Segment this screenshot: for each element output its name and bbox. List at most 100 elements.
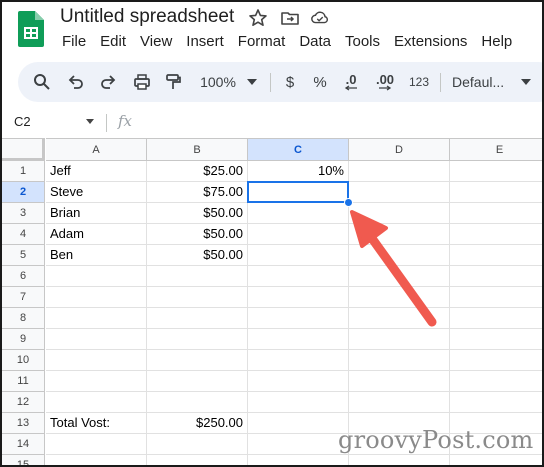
cell-b6[interactable]: [147, 266, 248, 287]
cell-c6[interactable]: [248, 266, 349, 287]
cell-a3[interactable]: Brian: [46, 203, 147, 224]
cell-b8[interactable]: [147, 308, 248, 329]
cell-b15[interactable]: [147, 455, 248, 465]
cell-e11[interactable]: [450, 371, 542, 392]
row-header-12[interactable]: 12: [2, 392, 45, 413]
cell-a6[interactable]: [46, 266, 147, 287]
cell-c2[interactable]: [248, 182, 349, 203]
menu-insert[interactable]: Insert: [186, 33, 224, 50]
format-percent-button[interactable]: %: [310, 62, 330, 102]
cell-c9[interactable]: [248, 329, 349, 350]
search-menus-button[interactable]: [30, 62, 54, 102]
cell-c3[interactable]: [248, 203, 349, 224]
cell-d11[interactable]: [349, 371, 450, 392]
cell-b2[interactable]: $75.00: [147, 182, 248, 203]
row-header-5[interactable]: 5: [2, 245, 45, 266]
menu-data[interactable]: Data: [299, 33, 331, 50]
cell-a14[interactable]: [46, 434, 147, 455]
menu-view[interactable]: View: [140, 33, 172, 50]
column-header-c[interactable]: C: [248, 138, 349, 161]
sheets-logo-icon[interactable]: [18, 11, 44, 47]
cell-b3[interactable]: $50.00: [147, 203, 248, 224]
zoom-dropdown-button[interactable]: [244, 62, 260, 102]
undo-button[interactable]: [64, 62, 88, 102]
cell-e10[interactable]: [450, 350, 542, 371]
cell-c10[interactable]: [248, 350, 349, 371]
row-header-3[interactable]: 3: [2, 203, 45, 224]
print-button[interactable]: [130, 62, 154, 102]
cell-e1[interactable]: [450, 161, 542, 182]
more-formats-button[interactable]: 123: [406, 62, 432, 102]
cell-e4[interactable]: [450, 224, 542, 245]
cell-e12[interactable]: [450, 392, 542, 413]
cell-e8[interactable]: [450, 308, 542, 329]
cell-b4[interactable]: $50.00: [147, 224, 248, 245]
row-header-8[interactable]: 8: [2, 308, 45, 329]
formula-input[interactable]: [142, 110, 542, 134]
cell-b9[interactable]: [147, 329, 248, 350]
cell-a10[interactable]: [46, 350, 147, 371]
cell-c5[interactable]: [248, 245, 349, 266]
menu-extensions[interactable]: Extensions: [394, 33, 467, 50]
cell-a11[interactable]: [46, 371, 147, 392]
cell-a8[interactable]: [46, 308, 147, 329]
cloud-saved-icon[interactable]: [310, 8, 330, 28]
cell-a4[interactable]: Adam: [46, 224, 147, 245]
cell-e7[interactable]: [450, 287, 542, 308]
cell-b11[interactable]: [147, 371, 248, 392]
cell-d12[interactable]: [349, 392, 450, 413]
cell-e6[interactable]: [450, 266, 542, 287]
row-header-11[interactable]: 11: [2, 371, 45, 392]
cell-a12[interactable]: [46, 392, 147, 413]
menu-format[interactable]: Format: [238, 33, 286, 50]
font-family-select[interactable]: Defaul...: [452, 62, 512, 102]
row-header-13[interactable]: 13: [2, 413, 45, 434]
menu-help[interactable]: Help: [481, 33, 512, 50]
cell-b12[interactable]: [147, 392, 248, 413]
cell-c1[interactable]: 10%: [248, 161, 349, 182]
cell-b10[interactable]: [147, 350, 248, 371]
cell-e9[interactable]: [450, 329, 542, 350]
cell-e5[interactable]: [450, 245, 542, 266]
cell-b1[interactable]: $25.00: [147, 161, 248, 182]
row-header-1[interactable]: 1: [2, 161, 45, 182]
cell-a5[interactable]: Ben: [46, 245, 147, 266]
cell-e2[interactable]: [450, 182, 542, 203]
cell-c7[interactable]: [248, 287, 349, 308]
redo-button[interactable]: [96, 62, 120, 102]
font-dropdown-button[interactable]: [518, 62, 534, 102]
column-header-e[interactable]: E: [450, 138, 542, 161]
column-header-b[interactable]: B: [147, 138, 248, 161]
cell-a2[interactable]: Steve: [46, 182, 147, 203]
document-title[interactable]: Untitled spreadsheet: [60, 6, 234, 28]
menu-tools[interactable]: Tools: [345, 33, 380, 50]
menu-file[interactable]: File: [62, 33, 86, 50]
cell-a13[interactable]: Total Vost:: [46, 413, 147, 434]
cell-c13[interactable]: [248, 413, 349, 434]
cell-b5[interactable]: $50.00: [147, 245, 248, 266]
cell-d15[interactable]: [349, 455, 450, 465]
row-header-4[interactable]: 4: [2, 224, 45, 245]
cell-a1[interactable]: Jeff: [46, 161, 147, 182]
column-header-d[interactable]: D: [349, 138, 450, 161]
row-header-6[interactable]: 6: [2, 266, 45, 287]
decrease-decimal-button[interactable]: .0: [338, 62, 364, 102]
cell-b14[interactable]: [147, 434, 248, 455]
move-folder-icon[interactable]: [280, 8, 300, 28]
cell-a9[interactable]: [46, 329, 147, 350]
row-header-2[interactable]: 2: [2, 182, 45, 203]
cell-c15[interactable]: [248, 455, 349, 465]
cell-c4[interactable]: [248, 224, 349, 245]
format-currency-button[interactable]: $: [280, 62, 300, 102]
cell-c12[interactable]: [248, 392, 349, 413]
row-header-9[interactable]: 9: [2, 329, 45, 350]
cell-d1[interactable]: [349, 161, 450, 182]
name-box-dropdown-icon[interactable]: [86, 119, 94, 124]
cell-e15[interactable]: [450, 455, 542, 465]
increase-decimal-button[interactable]: .00: [370, 62, 400, 102]
cell-d10[interactable]: [349, 350, 450, 371]
row-header-7[interactable]: 7: [2, 287, 45, 308]
row-header-15[interactable]: 15: [2, 455, 45, 465]
select-all-corner[interactable]: [2, 138, 45, 161]
cell-c14[interactable]: [248, 434, 349, 455]
